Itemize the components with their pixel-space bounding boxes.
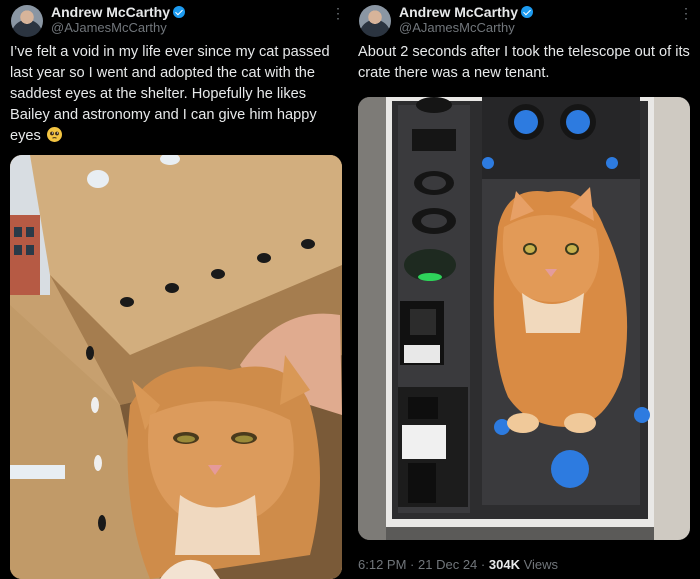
tweet-text: I’ve felt a void in my life ever since m… <box>10 42 344 147</box>
tweet-left: Andrew McCarthy @AJamesMcCarthy ⋮ I’ve f… <box>0 0 348 579</box>
author-name[interactable]: Andrew McCarthy <box>51 4 186 20</box>
separator-dot: · <box>480 557 486 572</box>
author-name-text[interactable]: Andrew McCarthy <box>399 4 518 20</box>
more-options-icon[interactable]: ⋮ <box>331 6 345 20</box>
views-count: 304K <box>488 557 520 572</box>
avatar[interactable] <box>11 5 43 37</box>
tweet-date[interactable]: 21 Dec 24 <box>418 557 477 572</box>
tweet-text: About 2 seconds after I took the telesco… <box>358 44 690 81</box>
author-handle[interactable]: @AJamesMcCarthy <box>51 20 167 35</box>
author-name[interactable]: Andrew McCarthy <box>399 4 534 20</box>
more-options-icon[interactable]: ⋮ <box>679 6 693 20</box>
verified-badge-icon <box>173 6 186 18</box>
pleading-face-emoji-icon <box>46 127 62 142</box>
views-label: Views <box>523 557 559 572</box>
verified-badge-icon <box>521 6 534 18</box>
author-name-text[interactable]: Andrew McCarthy <box>51 4 170 20</box>
cat-in-telescope-case-photo[interactable] <box>358 97 690 540</box>
tweet-metadata: 6:12 PM · 21 Dec 24 · 304K Views <box>358 557 558 572</box>
avatar[interactable] <box>359 5 391 37</box>
cat-in-box-photo[interactable] <box>10 155 342 579</box>
separator-dot: · <box>410 557 415 572</box>
tweet-time[interactable]: 6:12 PM <box>358 557 406 572</box>
author-handle[interactable]: @AJamesMcCarthy <box>399 20 515 35</box>
